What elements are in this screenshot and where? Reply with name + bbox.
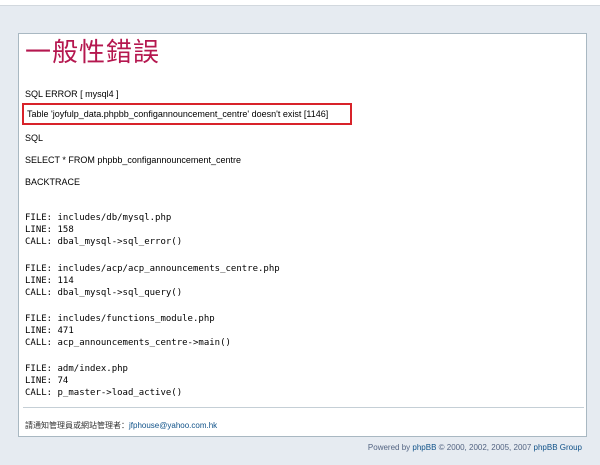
backtrace-file: FILE: adm/index.php <box>25 364 128 374</box>
backtrace-line: LINE: 471 <box>25 326 74 336</box>
backtrace-line: LINE: 158 <box>25 225 74 235</box>
backtrace-file: FILE: includes/db/mysql.php <box>25 213 172 223</box>
backtrace-label: BACKTRACE <box>25 177 81 187</box>
backtrace-call: CALL: dbal_mysql->sql_error() <box>25 237 183 247</box>
backtrace-line: LINE: 114 <box>25 276 74 286</box>
backtrace-file: FILE: includes/acp/acp_announcements_cen… <box>25 264 280 274</box>
backtrace-call: CALL: acp_announcements_centre->main() <box>25 338 231 348</box>
backtrace-call: CALL: p_master->load_active() <box>25 388 183 398</box>
contact-label: 請通知管理員或網站管理者： <box>25 421 129 430</box>
backtrace-call: CALL: dbal_mysql->sql_query() <box>25 288 183 298</box>
sql-query: SELECT * FROM phpbb_configannouncement_c… <box>25 155 241 165</box>
window-top-strip <box>0 0 600 6</box>
backtrace-line: LINE: 74 <box>25 376 69 386</box>
contact-line: 請通知管理員或網站管理者：jfphouse@yahoo.com.hk <box>25 420 217 431</box>
backtrace-file: FILE: includes/functions_module.php <box>25 314 215 324</box>
phpbb-link[interactable]: phpBB <box>412 443 436 452</box>
sql-label: SQL <box>25 133 44 143</box>
page-title: 一般性錯誤 <box>25 38 161 68</box>
sql-error-label: SQL ERROR [ mysql4 ] <box>25 89 119 99</box>
error-panel: 一般性錯誤 SQL ERROR [ mysql4 ] Table 'joyful… <box>18 33 587 437</box>
phpbb-group-link[interactable]: phpBB Group <box>534 443 582 452</box>
divider <box>23 407 584 408</box>
error-highlight-box: Table 'joyfulp_data.phpbb_configannounce… <box>22 103 352 125</box>
admin-email-link[interactable]: jfphouse@yahoo.com.hk <box>129 421 217 430</box>
error-message: Table 'joyfulp_data.phpbb_configannounce… <box>27 109 329 119</box>
footer-copyright: Powered by phpBB © 2000, 2002, 2005, 200… <box>367 443 582 452</box>
